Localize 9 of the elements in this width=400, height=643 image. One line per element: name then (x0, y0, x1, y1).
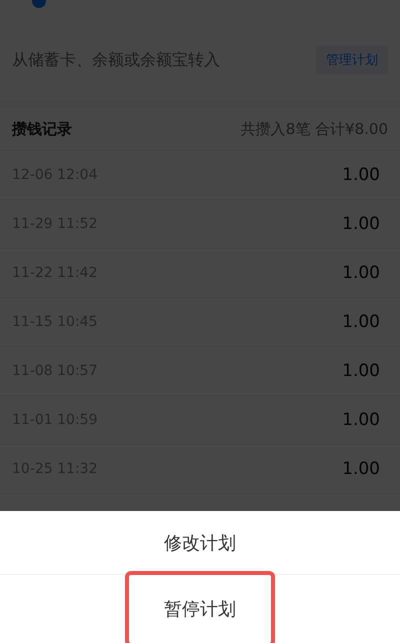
record-amount: 1.00 (342, 410, 380, 430)
record-amount: 1.00 (342, 312, 380, 332)
sheet-option[interactable]: 暂停计划 (125, 571, 275, 643)
record-amount: 1.00 (342, 263, 380, 283)
record-amount: 1.00 (342, 459, 380, 479)
records-title: 攒钱记录 (12, 120, 72, 138)
record-amount: 1.00 (342, 165, 380, 185)
record-amount: 1.00 (342, 214, 380, 234)
record-amount: 1.00 (342, 361, 380, 381)
